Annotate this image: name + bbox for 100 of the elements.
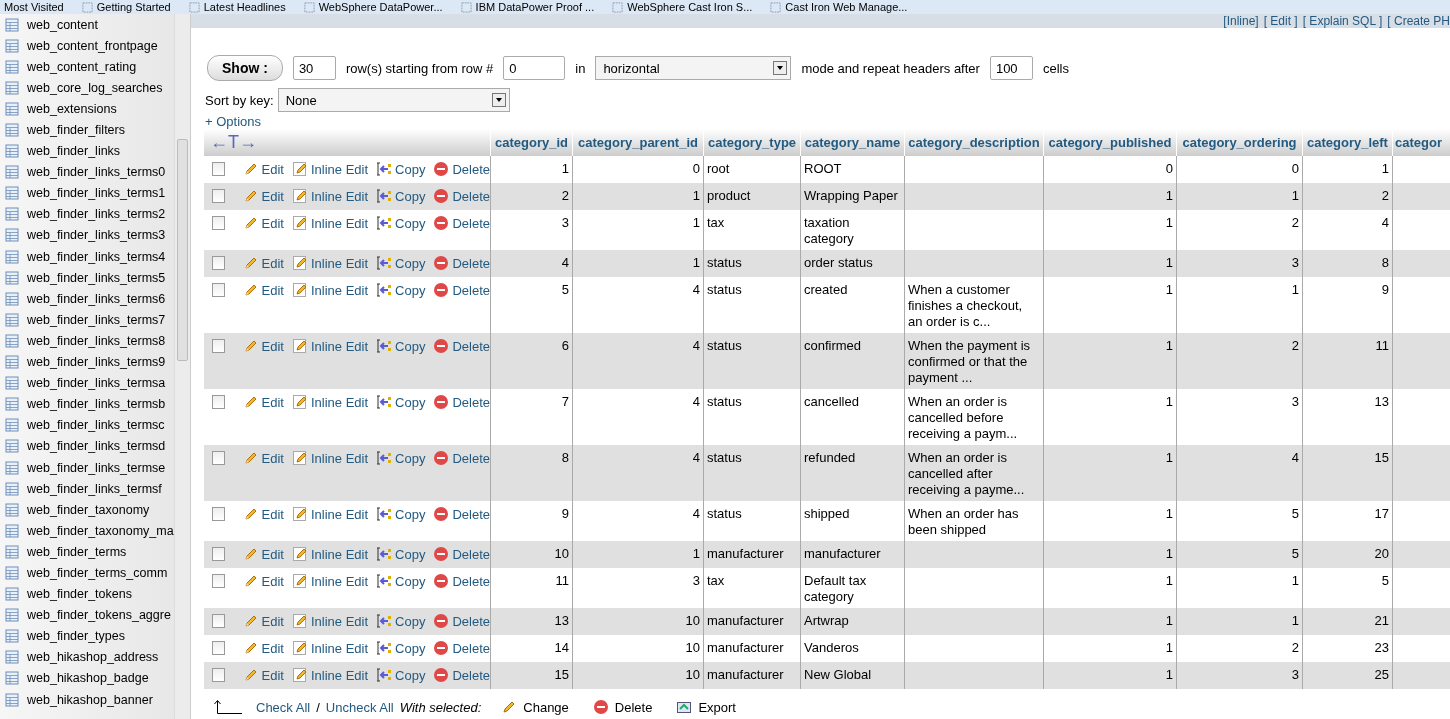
table-link[interactable]: web_finder_links	[0, 140, 174, 162]
copy-link[interactable]: Copy	[376, 215, 426, 231]
copy-link[interactable]: Copy	[376, 450, 426, 466]
uncheck-all-link[interactable]: Uncheck All	[325, 699, 394, 715]
edit-link[interactable]: Edit	[242, 667, 284, 683]
copy-link[interactable]: Copy	[376, 546, 426, 562]
edit-link[interactable]: Edit	[242, 573, 284, 589]
delete-link[interactable]: Delete	[433, 506, 490, 522]
edit-link[interactable]: Edit	[242, 215, 284, 231]
inline-edit-link[interactable]: Inline Edit	[291, 215, 369, 231]
copy-link[interactable]: Copy	[376, 613, 426, 629]
table-link[interactable]: web_finder_links_terms9	[0, 351, 174, 373]
bookmark-link[interactable]: WebSphere DataPower...	[303, 1, 443, 13]
bookmark-link[interactable]: Getting Started	[81, 1, 171, 13]
table-link[interactable]: web_hikashop_badge	[0, 667, 174, 689]
check-all-link[interactable]: Check All	[256, 699, 311, 715]
edit-link[interactable]: Edit	[242, 613, 284, 629]
table-link[interactable]: web_finder_tokens	[0, 583, 174, 605]
inline-edit-link[interactable]: Inline Edit	[291, 546, 369, 562]
copy-link[interactable]: Copy	[376, 394, 426, 410]
show-button[interactable]: Show :	[207, 55, 283, 81]
options-link[interactable]: + Options	[205, 114, 261, 129]
row-checkbox[interactable]	[211, 451, 225, 465]
table-link[interactable]: web_finder_links_termsb	[0, 393, 174, 415]
copy-link[interactable]: Copy	[376, 667, 426, 683]
column-header[interactable]: categor	[1392, 129, 1450, 156]
table-link[interactable]: web_finder_links_terms6	[0, 288, 174, 310]
row-checkbox[interactable]	[211, 162, 225, 176]
table-link[interactable]: web_finder_taxonomy	[0, 499, 174, 521]
column-header[interactable]: category_type	[703, 129, 801, 156]
column-header[interactable]: category_ordering	[1176, 129, 1303, 156]
row-checkbox[interactable]	[211, 256, 225, 270]
delete-link[interactable]: Delete	[433, 667, 490, 683]
copy-link[interactable]: Copy	[376, 640, 426, 656]
bookmark-link[interactable]: Most Visited	[4, 1, 64, 13]
delete-link[interactable]: Delete	[433, 546, 490, 562]
delete-link[interactable]: Delete	[433, 188, 490, 204]
rows-field[interactable]: 30	[292, 56, 336, 80]
repeat-headers-field[interactable]: 100	[989, 56, 1033, 80]
table-link[interactable]: web_finder_terms_comm	[0, 562, 174, 584]
row-checkbox[interactable]	[211, 395, 225, 409]
delete-link[interactable]: Delete	[433, 255, 490, 271]
edit-link[interactable]: Edit	[242, 188, 284, 204]
delete-link[interactable]: Delete	[433, 161, 490, 177]
table-link[interactable]: web_finder_taxonomy_ma	[0, 520, 174, 542]
edit-link[interactable]: Edit	[242, 546, 284, 562]
delete-button[interactable]: Delete	[592, 699, 653, 715]
inline-edit-link[interactable]: Inline Edit	[291, 188, 369, 204]
query-link[interactable]: [ Create PH	[1387, 14, 1450, 28]
row-checkbox[interactable]	[211, 339, 225, 353]
table-link[interactable]: web_finder_links_termsf	[0, 478, 174, 500]
inline-edit-link[interactable]: Inline Edit	[291, 613, 369, 629]
row-checkbox[interactable]	[211, 641, 225, 655]
copy-link[interactable]: Copy	[376, 338, 426, 354]
bookmark-link[interactable]: Cast Iron Web Manage...	[770, 1, 908, 13]
table-link[interactable]: web_finder_links_termse	[0, 456, 174, 479]
scroll-thumb[interactable]	[177, 139, 188, 361]
inline-edit-link[interactable]: Inline Edit	[291, 506, 369, 522]
row-checkbox[interactable]	[211, 574, 225, 588]
column-toggle[interactable]: ←T→	[206, 132, 257, 152]
table-link[interactable]: web_finder_links_terms8	[0, 330, 174, 352]
change-button[interactable]: Change	[501, 699, 569, 715]
delete-link[interactable]: Delete	[433, 613, 490, 629]
table-link[interactable]: web_content_rating	[0, 56, 174, 78]
copy-link[interactable]: Copy	[376, 282, 426, 298]
delete-link[interactable]: Delete	[433, 215, 490, 231]
table-link[interactable]: web_content	[0, 14, 174, 36]
table-link[interactable]: web_hikashop_banner	[0, 689, 174, 711]
table-link[interactable]: web_hikashop_address	[0, 646, 174, 668]
table-link[interactable]: web_finder_links_terms3	[0, 224, 174, 247]
table-link[interactable]: web_finder_filters	[0, 119, 174, 141]
inline-edit-link[interactable]: Inline Edit	[291, 255, 369, 271]
inline-edit-link[interactable]: Inline Edit	[291, 640, 369, 656]
row-checkbox[interactable]	[211, 216, 225, 230]
inline-edit-link[interactable]: Inline Edit	[291, 573, 369, 589]
inline-edit-link[interactable]: Inline Edit	[291, 161, 369, 177]
edit-link[interactable]: Edit	[242, 640, 284, 656]
table-link[interactable]: web_content_frontpage	[0, 35, 174, 57]
delete-link[interactable]: Delete	[433, 394, 490, 410]
mode-select[interactable]: horizontal	[595, 56, 792, 80]
column-header[interactable]: category_left	[1302, 129, 1393, 156]
delete-link[interactable]: Delete	[433, 338, 490, 354]
copy-link[interactable]: Copy	[376, 161, 426, 177]
column-header[interactable]: category_published	[1043, 129, 1177, 156]
inline-edit-link[interactable]: Inline Edit	[291, 450, 369, 466]
table-link[interactable]: web_finder_links_terms5	[0, 267, 174, 289]
bookmark-link[interactable]: IBM DataPower Proof ...	[460, 1, 595, 13]
table-link[interactable]: web_finder_terms	[0, 541, 174, 563]
table-link[interactable]: web_finder_links_terms1	[0, 182, 174, 204]
row-checkbox[interactable]	[211, 614, 225, 628]
column-header[interactable]: category_name	[800, 129, 905, 156]
table-link[interactable]: web_finder_links_termsc	[0, 414, 174, 436]
table-link[interactable]: web_finder_links_terms7	[0, 309, 174, 331]
bookmark-link[interactable]: WebSphere Cast Iron S...	[612, 1, 753, 13]
copy-link[interactable]: Copy	[376, 573, 426, 589]
query-link[interactable]: [Inline]	[1223, 14, 1259, 28]
delete-link[interactable]: Delete	[433, 573, 490, 589]
edit-link[interactable]: Edit	[242, 161, 284, 177]
edit-link[interactable]: Edit	[242, 506, 284, 522]
delete-link[interactable]: Delete	[433, 282, 490, 298]
